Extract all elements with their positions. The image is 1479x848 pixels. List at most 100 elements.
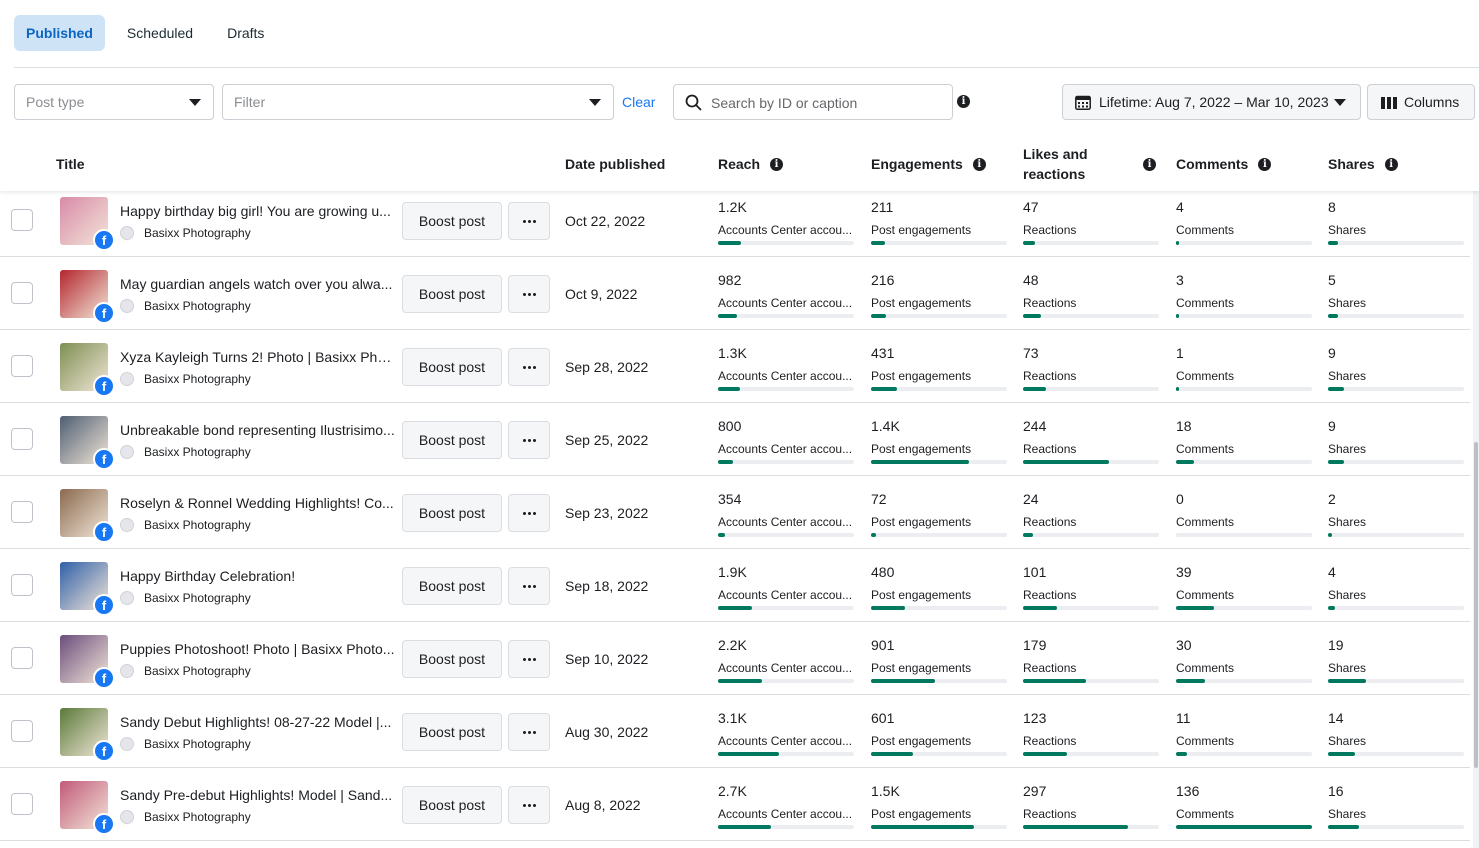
likes-label: Reactions: [1023, 442, 1077, 456]
boost-post-button[interactable]: Boost post: [402, 567, 502, 605]
more-icon[interactable]: [508, 640, 550, 678]
post-title[interactable]: Xyza Kayleigh Turns 2! Photo | Basixx Ph…: [120, 349, 398, 365]
page-avatar: [120, 299, 134, 313]
row-checkbox[interactable]: [11, 720, 33, 742]
info-icon[interactable]: i: [1384, 157, 1398, 171]
reach-value: 1.3K: [718, 345, 747, 361]
reach-bar-track: [718, 387, 854, 391]
row-checkbox[interactable]: [11, 282, 33, 304]
boost-post-button[interactable]: Boost post: [402, 786, 502, 824]
tab-drafts[interactable]: Drafts: [215, 15, 276, 51]
likes-bar-fill: [1023, 387, 1046, 391]
post-title[interactable]: May guardian angels watch over you alwa.…: [120, 276, 398, 292]
info-icon[interactable]: i: [957, 95, 970, 108]
post-title[interactable]: Puppies Photoshoot! Photo | Basixx Photo…: [120, 641, 398, 657]
row-checkbox[interactable]: [11, 355, 33, 377]
post-title[interactable]: Happy birthday big girl! You are growing…: [120, 203, 398, 219]
tab-published[interactable]: Published: [14, 15, 105, 51]
shares-value: 4: [1328, 564, 1336, 580]
filter-placeholder: Filter: [234, 94, 266, 110]
header-shares[interactable]: Shares i: [1328, 137, 1398, 191]
boost-post-button[interactable]: Boost post: [402, 275, 502, 313]
row-checkbox[interactable]: [11, 647, 33, 669]
post-title[interactable]: Unbreakable bond representing Ilustrisim…: [120, 422, 398, 438]
post-title[interactable]: Sandy Pre-debut Highlights! Model | Sand…: [120, 787, 398, 803]
header-reach[interactable]: Reach i: [718, 137, 784, 191]
info-icon[interactable]: i: [770, 157, 784, 171]
row-checkbox[interactable]: [11, 209, 33, 231]
table-row[interactable]: f Sandy Debut Highlights! 08-27-22 Model …: [0, 695, 1470, 768]
date-range-button[interactable]: Lifetime: Aug 7, 2022 – Mar 10, 2023: [1062, 84, 1361, 120]
table-row[interactable]: f Sandy Pre-debut Highlights! Model | San…: [0, 768, 1470, 841]
boost-post-button[interactable]: Boost post: [402, 421, 502, 459]
table-row[interactable]: f Happy birthday big girl! You are growin…: [0, 184, 1470, 257]
date-published: Sep 10, 2022: [565, 651, 649, 667]
post-title[interactable]: Sandy Debut Highlights! 08-27-22 Model |…: [120, 714, 398, 730]
table-row[interactable]: f Roselyn & Ronnel Wedding Highlights! Co…: [0, 476, 1470, 549]
post-title[interactable]: Roselyn & Ronnel Wedding Highlights! Co.…: [120, 495, 398, 511]
header-comments[interactable]: Comments i: [1176, 137, 1272, 191]
more-icon[interactable]: [508, 567, 550, 605]
comments-label: Comments: [1176, 807, 1235, 821]
engagements-bar-fill: [871, 241, 885, 245]
row-checkbox[interactable]: [11, 428, 33, 450]
boost-post-button[interactable]: Boost post: [402, 494, 502, 532]
columns-button[interactable]: Columns: [1367, 84, 1475, 120]
shares-value: 16: [1328, 783, 1344, 799]
more-icon[interactable]: [508, 202, 550, 240]
facebook-icon: f: [93, 375, 115, 397]
likes-label: Reactions: [1023, 588, 1077, 602]
boost-post-button[interactable]: Boost post: [402, 640, 502, 678]
reach-bar-track: [718, 314, 854, 318]
header-date[interactable]: Date published: [565, 137, 665, 191]
likes-bar-track: [1023, 606, 1159, 610]
post-type-select[interactable]: Post type: [14, 84, 214, 120]
table-row[interactable]: f Unbreakable bond representing Ilustrisi…: [0, 403, 1470, 476]
columns-label: Columns: [1404, 94, 1460, 110]
comments-label: Comments: [1176, 515, 1235, 529]
table-row[interactable]: f Xyza Kayleigh Turns 2! Photo | Basixx P…: [0, 330, 1470, 403]
more-icon[interactable]: [508, 421, 550, 459]
more-icon[interactable]: [508, 348, 550, 386]
header-engagements[interactable]: Engagements i: [871, 137, 986, 191]
more-icon[interactable]: [508, 275, 550, 313]
shares-label: Shares: [1328, 515, 1367, 529]
engagements-bar-track: [871, 752, 1007, 756]
clear-link[interactable]: Clear: [622, 84, 655, 120]
reach-label: Accounts Center accou...: [718, 515, 853, 529]
shares-bar-fill: [1328, 533, 1332, 537]
comments-label: Comments: [1176, 661, 1235, 675]
info-icon[interactable]: i: [1143, 157, 1156, 171]
more-icon[interactable]: [508, 713, 550, 751]
boost-post-button[interactable]: Boost post: [402, 713, 502, 751]
table-row[interactable]: f Puppies Photoshoot! Photo | Basixx Phot…: [0, 622, 1470, 695]
page-avatar: [120, 737, 134, 751]
shares-bar-fill: [1328, 606, 1335, 610]
facebook-icon: f: [93, 594, 115, 616]
tab-scheduled[interactable]: Scheduled: [115, 15, 205, 51]
page-name: Basixx Photography: [144, 226, 251, 240]
date-published: Oct 22, 2022: [565, 213, 646, 229]
header-title[interactable]: Title: [56, 137, 85, 191]
info-icon[interactable]: i: [972, 157, 986, 171]
post-title[interactable]: Happy Birthday Celebration!: [120, 568, 398, 584]
row-checkbox[interactable]: [11, 793, 33, 815]
shares-label: Shares: [1328, 588, 1367, 602]
info-icon[interactable]: i: [1258, 157, 1272, 171]
row-checkbox[interactable]: [11, 574, 33, 596]
more-icon[interactable]: [508, 494, 550, 532]
scrollbar-thumb[interactable]: [1474, 442, 1478, 768]
engagements-bar-fill: [871, 752, 913, 756]
boost-post-button[interactable]: Boost post: [402, 202, 502, 240]
search-input[interactable]: [709, 92, 943, 114]
table-row[interactable]: f Happy Birthday Celebration! Basixx Photo…: [0, 549, 1470, 622]
toolbar: Post type Filter Clear i Lifetime: Aug 7…: [0, 84, 1479, 120]
more-icon[interactable]: [508, 786, 550, 824]
filter-select[interactable]: Filter: [222, 84, 614, 120]
engagements-label: Post engagements: [871, 296, 972, 310]
row-checkbox[interactable]: [11, 501, 33, 523]
table-row[interactable]: f May guardian angels watch over you alwa…: [0, 257, 1470, 330]
header-likes[interactable]: Likes and reactions i: [1023, 137, 1156, 191]
post-page: Basixx Photography: [120, 518, 251, 532]
boost-post-button[interactable]: Boost post: [402, 348, 502, 386]
